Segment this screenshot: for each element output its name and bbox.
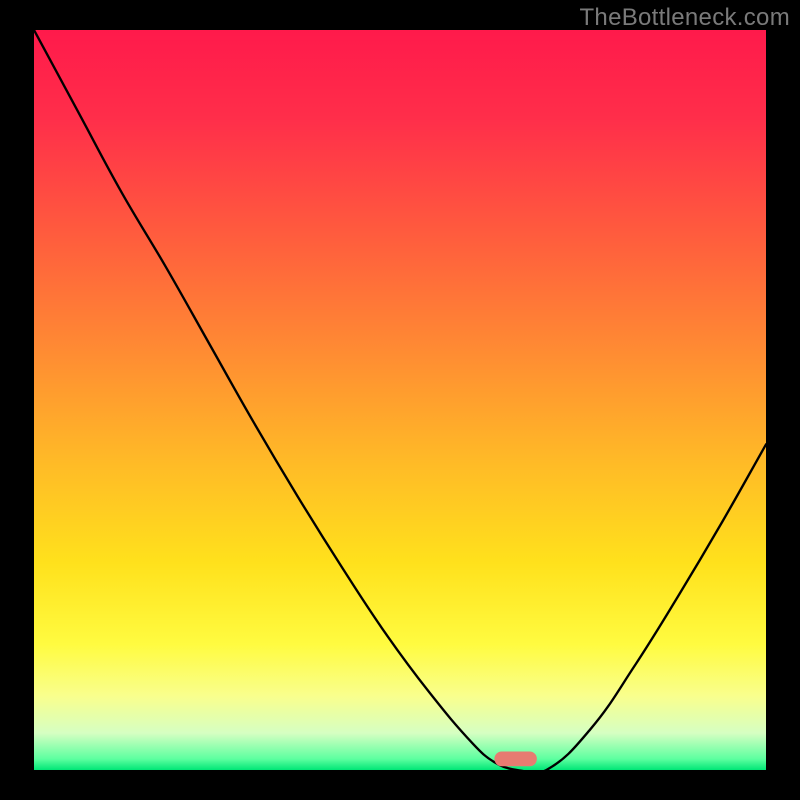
optimum-marker (494, 752, 536, 767)
plot-area (34, 30, 766, 770)
gradient-rect (34, 30, 766, 770)
chart-frame: TheBottleneck.com (0, 0, 800, 800)
watermark-text: TheBottleneck.com (579, 4, 790, 32)
plot-svg (34, 30, 766, 770)
